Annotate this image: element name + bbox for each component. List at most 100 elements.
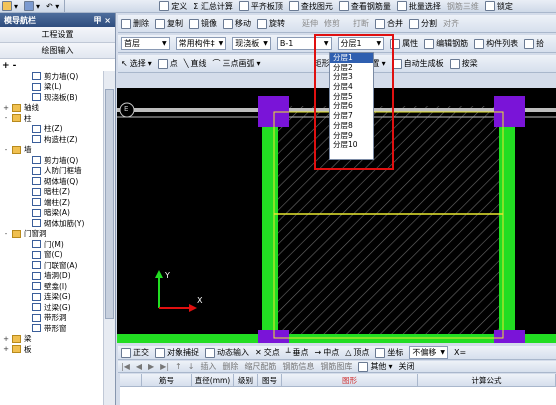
project-settings-button[interactable]: 工程设置 [0, 27, 115, 43]
nav-pin-close-icon[interactable]: 甲 × [94, 15, 112, 26]
tree-folder[interactable]: + 板 [0, 344, 103, 355]
tree-expander-icon[interactable]: + [2, 104, 10, 112]
tree-item[interactable]: 带形洞 [0, 313, 103, 324]
tree-expander-icon[interactable]: - [2, 114, 10, 122]
tree-item[interactable]: 暗梁(A) [0, 208, 103, 219]
tree-label: 端柱(Z) [44, 197, 70, 207]
extend-button[interactable]: 延伸 [302, 18, 318, 29]
tree-item[interactable]: 柱(Z) [0, 124, 103, 135]
by-beam-button[interactable]: 按梁 [449, 58, 478, 69]
tree-item[interactable]: 门(M) [0, 239, 103, 250]
line-button[interactable]: ╲ 直线 [184, 58, 207, 69]
tree-item[interactable]: 带形窗 [0, 323, 103, 334]
align-button[interactable]: 对齐 [443, 18, 459, 29]
category-select[interactable]: 常用构件‡ ▼ [175, 37, 227, 50]
tree-item[interactable]: 人防门框墙 [0, 166, 103, 177]
close-button[interactable]: 关闭 [398, 361, 414, 372]
tree-item[interactable]: 连梁(G) [0, 292, 103, 303]
menu-define[interactable]: 定义 [159, 1, 187, 12]
pick-button[interactable]: 拾 [524, 38, 544, 49]
tree-item[interactable]: 门联窗(A) [0, 260, 103, 271]
copy-button[interactable]: 复制 [155, 18, 183, 29]
intersection-snap[interactable]: ✕ 交点 [255, 347, 280, 358]
tree-item[interactable]: 梁(L) [0, 82, 103, 93]
file-open-icon[interactable]: ▾ [2, 1, 18, 11]
tree-item[interactable]: 构造柱(Z) [0, 134, 103, 145]
floor-select[interactable]: 首层 ▼ [121, 37, 170, 50]
rebar-info-button[interactable]: 钢筋信息 [282, 361, 314, 372]
tree-expander-icon[interactable]: - [2, 146, 10, 154]
other-button[interactable]: 其他 ▾ [358, 361, 392, 372]
tree-item[interactable]: 砌体加筋(Y) [0, 218, 103, 229]
midpoint-snap[interactable]: → 中点 [315, 347, 340, 358]
save-icon[interactable]: ▾ [24, 1, 40, 11]
auto-slab-button[interactable]: 自动生成板 [391, 58, 444, 69]
menu-lock[interactable]: 锁定 [484, 1, 513, 12]
rebar-library-button[interactable]: 钢筋图库 [320, 361, 352, 372]
prev-record-button[interactable]: ◀ [136, 362, 142, 371]
move-down-button[interactable]: ↓ [188, 362, 195, 371]
tree-folder[interactable]: -墙 [0, 145, 103, 156]
menu-view-rebar[interactable]: 查看钢筋量 [338, 1, 391, 12]
tree-item[interactable]: 端柱(Z) [0, 197, 103, 208]
tree-item[interactable]: 窗(C) [0, 250, 103, 261]
tree-item[interactable]: 过梁(G) [0, 302, 103, 313]
menu-flush-slab[interactable]: 平齐板顶 [238, 1, 283, 12]
split-button[interactable]: 分割 [409, 18, 437, 29]
object-snap-toggle[interactable]: 对象捕捉 [155, 347, 199, 358]
tree-expander-icon[interactable]: + [2, 335, 10, 343]
offset-select[interactable]: 不偏移 ▼ [409, 346, 449, 359]
tree-item[interactable]: 暗柱(Z) [0, 187, 103, 198]
mirror-button[interactable]: 镜像 [189, 18, 217, 29]
last-record-button[interactable]: ▶| [160, 362, 169, 371]
vertex-snap[interactable]: △ 顶点 [345, 347, 369, 358]
menu-batch-select[interactable]: 批量选择 [396, 1, 441, 12]
tree-item[interactable]: 砌体墙(Q) [0, 176, 103, 187]
undo-icon[interactable]: ↶ ▾ [46, 2, 59, 11]
point-button[interactable]: 点 [157, 58, 178, 69]
tree-folder[interactable]: + 梁 [0, 334, 103, 345]
trim-button[interactable]: 修剪 [324, 18, 340, 29]
dynamic-input-toggle[interactable]: 动态输入 [205, 347, 249, 358]
menu-sum-calc[interactable]: Σ 汇总计算 [193, 1, 233, 12]
move-up-button[interactable]: ↑ [175, 362, 182, 371]
tree-expander-icon[interactable]: + [2, 345, 10, 353]
scale-rebar-button[interactable]: 缩尺配筋 [244, 361, 276, 372]
menu-find-element[interactable]: 查找图元 [288, 1, 333, 12]
insert-button[interactable]: 插入 [200, 361, 216, 372]
perpendicular-snap[interactable]: ┴ 垂点 [286, 347, 309, 358]
tree-item[interactable]: 剪力墙(Q) [0, 71, 103, 82]
component-list-button[interactable]: 构件列表 [474, 38, 518, 49]
tree-folder[interactable]: -柱 [0, 113, 103, 124]
coordinate-snap[interactable]: 坐标 [375, 347, 403, 358]
delete-button[interactable]: 删除 [121, 18, 149, 29]
arc-button[interactable]: ⌒ 三点画弧 ▾ [213, 58, 261, 69]
properties-button[interactable]: 属性 [390, 38, 418, 49]
menu-rebar-3d[interactable]: 钢筋三维 [447, 1, 479, 12]
grid-delete-button[interactable]: 删除 [222, 361, 238, 372]
tree-folder[interactable]: - 门窗洞 [0, 229, 103, 240]
first-record-button[interactable]: |◀ [121, 362, 130, 371]
next-record-button[interactable]: ▶ [148, 362, 154, 371]
tree-item[interactable]: 墙洞(D) [0, 271, 103, 282]
type-select[interactable]: 现浇板 ▼ [232, 37, 271, 50]
move-button[interactable]: 移动 [223, 18, 251, 29]
drawing-input-button[interactable]: 绘图输入 [0, 43, 115, 59]
tree-folder[interactable]: + 轴线 [0, 103, 103, 114]
break-button[interactable]: 打断 [353, 18, 369, 29]
expand-collapse-all[interactable]: + - [2, 61, 17, 71]
component-icon [32, 324, 41, 333]
nav-scroll-thumb[interactable] [105, 89, 114, 319]
tree-item[interactable]: 剪力墙(Q) [0, 155, 103, 166]
select-button[interactable]: ↖ 选择 ▾ [121, 58, 152, 69]
tree-expander-icon[interactable]: - [2, 230, 10, 238]
edit-toolbar: 删除 复制 镜像 移动 旋转 延伸 修剪 打断 合并 分割 对齐 [118, 15, 556, 33]
tree-item[interactable]: 壁龛(I) [0, 281, 103, 292]
merge-button[interactable]: 合并 [375, 18, 403, 29]
tree-item[interactable]: 现浇板(B) [0, 92, 103, 103]
rotate-button[interactable]: 旋转 [257, 18, 285, 29]
tree-label: 人防门框墙 [44, 166, 82, 176]
edit-rebar-button[interactable]: 编辑钢筋 [424, 38, 468, 49]
ortho-toggle[interactable]: 正交 [121, 347, 149, 358]
nav-scrollbar[interactable] [103, 71, 115, 405]
